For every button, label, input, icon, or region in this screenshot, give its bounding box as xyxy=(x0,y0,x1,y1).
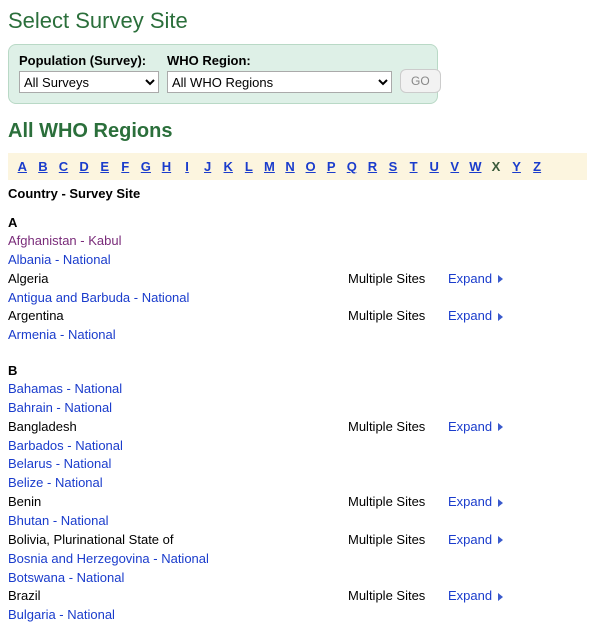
alpha-link-d[interactable]: D xyxy=(77,159,91,174)
alpha-link-y[interactable]: Y xyxy=(510,159,524,174)
go-button[interactable]: GO xyxy=(400,69,441,93)
alpha-link-j[interactable]: J xyxy=(201,159,215,174)
alpha-link-z[interactable]: Z xyxy=(530,159,544,174)
region-heading: All WHO Regions xyxy=(8,120,587,143)
group-letter: B xyxy=(8,363,587,378)
alpha-link-n[interactable]: N xyxy=(283,159,297,174)
site-link[interactable]: Armenia - National xyxy=(8,327,116,342)
expand-icon[interactable] xyxy=(498,313,503,321)
region-filter: WHO Region: All WHO Regions xyxy=(167,53,392,93)
alpha-link-p[interactable]: P xyxy=(324,159,338,174)
alpha-link-l[interactable]: L xyxy=(242,159,256,174)
expand-link[interactable]: Expand xyxy=(448,307,492,326)
list-item: Antigua and Barbuda - National xyxy=(8,289,587,308)
site-link[interactable]: Belize - National xyxy=(8,475,103,490)
site-link[interactable]: Bhutan - National xyxy=(8,513,108,528)
multiple-sites-label: Multiple Sites xyxy=(348,270,448,289)
alpha-link-o[interactable]: O xyxy=(304,159,318,174)
site-name: Bolivia, Plurinational State of xyxy=(8,531,348,550)
site-link[interactable]: Afghanistan - Kabul xyxy=(8,233,121,248)
list-item: BeninMultiple SitesExpand xyxy=(8,493,587,512)
site-link[interactable]: Barbados - National xyxy=(8,438,123,453)
alpha-link-t[interactable]: T xyxy=(407,159,421,174)
site-link[interactable]: Albania - National xyxy=(8,252,111,267)
alpha-link-m[interactable]: M xyxy=(262,159,276,174)
population-filter: Population (Survey): All Surveys xyxy=(19,53,159,93)
site-name: Benin xyxy=(8,493,348,512)
expand-icon[interactable] xyxy=(498,536,503,544)
population-label: Population (Survey): xyxy=(19,53,159,68)
site-link[interactable]: Bahrain - National xyxy=(8,400,112,415)
site-link[interactable]: Botswana - National xyxy=(8,570,124,585)
site-link[interactable]: Bosnia and Herzegovina - National xyxy=(8,551,209,566)
list-item: Bahamas - National xyxy=(8,380,587,399)
list-item: Bahrain - National xyxy=(8,399,587,418)
alpha-inactive-x: X xyxy=(489,159,503,174)
alpha-link-v[interactable]: V xyxy=(448,159,462,174)
population-select[interactable]: All Surveys xyxy=(19,71,159,93)
region-label: WHO Region: xyxy=(167,53,392,68)
alpha-link-s[interactable]: S xyxy=(386,159,400,174)
alpha-link-u[interactable]: U xyxy=(427,159,441,174)
expand-link[interactable]: Expand xyxy=(448,418,492,437)
list-item: Bosnia and Herzegovina - National xyxy=(8,550,587,569)
expand-link[interactable]: Expand xyxy=(448,493,492,512)
alpha-link-r[interactable]: R xyxy=(365,159,379,174)
page-title: Select Survey Site xyxy=(8,8,587,34)
expand-link[interactable]: Expand xyxy=(448,270,492,289)
alpha-link-f[interactable]: F xyxy=(118,159,132,174)
expand-icon[interactable] xyxy=(498,499,503,507)
list-item: Botswana - National xyxy=(8,569,587,588)
multiple-sites-label: Multiple Sites xyxy=(348,307,448,326)
list-item: Bolivia, Plurinational State ofMultiple … xyxy=(8,531,587,550)
multiple-sites-label: Multiple Sites xyxy=(348,531,448,550)
list-item: Armenia - National xyxy=(8,326,587,345)
list-item: Albania - National xyxy=(8,251,587,270)
expand-icon[interactable] xyxy=(498,593,503,601)
expand-icon[interactable] xyxy=(498,423,503,431)
multiple-sites-label: Multiple Sites xyxy=(348,493,448,512)
list-item: Belarus - National xyxy=(8,455,587,474)
alphabet-bar: ABCDEFGHIJKLMNOPQRSTUVWXYZ xyxy=(8,153,587,180)
column-header: Country - Survey Site xyxy=(8,186,587,201)
site-name: Bangladesh xyxy=(8,418,348,437)
site-link[interactable]: Antigua and Barbuda - National xyxy=(8,290,189,305)
alpha-link-c[interactable]: C xyxy=(56,159,70,174)
alpha-link-b[interactable]: B xyxy=(36,159,50,174)
filter-panel: Population (Survey): All Surveys WHO Reg… xyxy=(8,44,438,104)
site-link[interactable]: Bulgaria - National xyxy=(8,607,115,622)
list-item: Bhutan - National xyxy=(8,512,587,531)
alpha-link-q[interactable]: Q xyxy=(345,159,359,174)
alpha-link-k[interactable]: K xyxy=(221,159,235,174)
expand-link[interactable]: Expand xyxy=(448,531,492,550)
alpha-link-w[interactable]: W xyxy=(468,159,482,174)
list-item: BrazilMultiple SitesExpand xyxy=(8,587,587,606)
site-name: Brazil xyxy=(8,587,348,606)
list-item: Barbados - National xyxy=(8,437,587,456)
list-item: Belize - National xyxy=(8,474,587,493)
expand-link[interactable]: Expand xyxy=(448,587,492,606)
group-letter: A xyxy=(8,215,587,230)
site-name: Argentina xyxy=(8,307,348,326)
multiple-sites-label: Multiple Sites xyxy=(348,587,448,606)
alpha-link-e[interactable]: E xyxy=(98,159,112,174)
list-item: BangladeshMultiple SitesExpand xyxy=(8,418,587,437)
alpha-link-a[interactable]: A xyxy=(15,159,29,174)
alpha-link-g[interactable]: G xyxy=(139,159,153,174)
expand-icon[interactable] xyxy=(498,275,503,283)
site-link[interactable]: Bahamas - National xyxy=(8,381,122,396)
list-item: ArgentinaMultiple SitesExpand xyxy=(8,307,587,326)
site-link[interactable]: Belarus - National xyxy=(8,456,111,471)
site-list: A Afghanistan - Kabul Albania - National Al… xyxy=(8,215,587,637)
list-item: AlgeriaMultiple SitesExpand xyxy=(8,270,587,289)
list-item: Afghanistan - Kabul xyxy=(8,232,587,251)
list-item: Bulgaria - National xyxy=(8,606,587,625)
site-name: Algeria xyxy=(8,270,348,289)
alpha-link-h[interactable]: H xyxy=(159,159,173,174)
alpha-link-i[interactable]: I xyxy=(180,159,194,174)
region-select[interactable]: All WHO Regions xyxy=(167,71,392,93)
multiple-sites-label: Multiple Sites xyxy=(348,418,448,437)
